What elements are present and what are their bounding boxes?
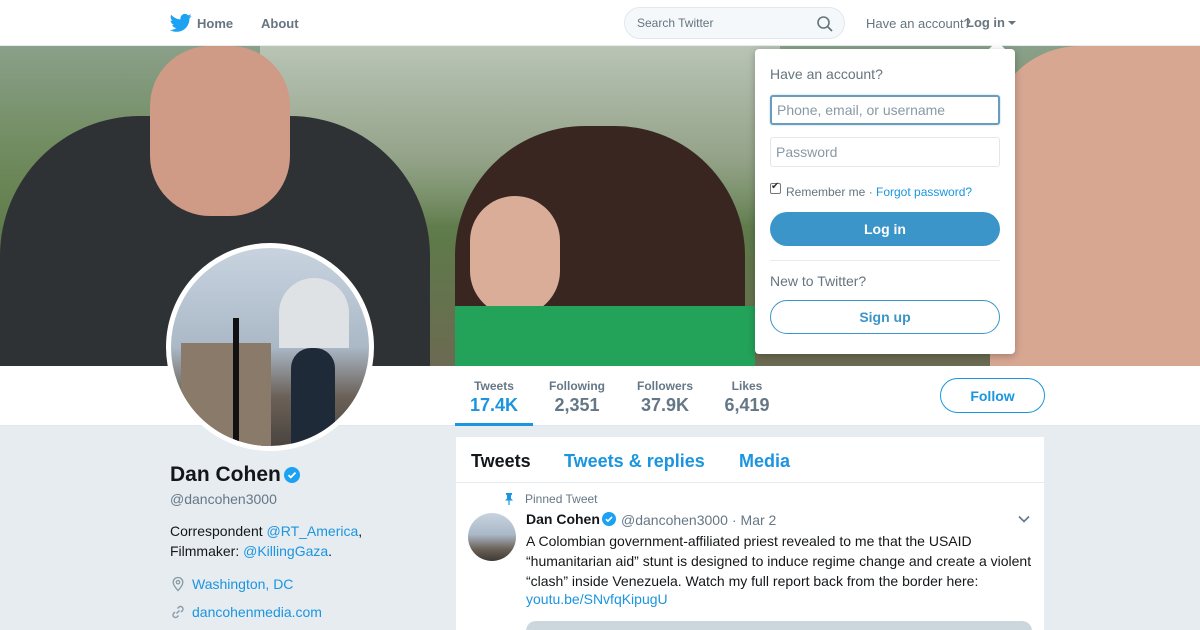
banner-person-right xyxy=(990,46,1200,366)
username-field[interactable] xyxy=(770,95,1000,125)
tweet-avatar[interactable] xyxy=(468,513,516,561)
location-pin-icon xyxy=(172,576,184,592)
profile-avatar[interactable] xyxy=(166,243,374,451)
tweet-date[interactable]: · Mar 2 xyxy=(732,512,776,528)
twitter-bird-icon[interactable] xyxy=(170,13,192,33)
stat-following[interactable]: Following 2,351 xyxy=(545,379,609,416)
login-button[interactable]: Log in xyxy=(770,212,1000,246)
tweet-author-handle[interactable]: @dancohen3000 xyxy=(621,512,728,528)
bio-line-2: Filmmaker: @KillingGaza. xyxy=(170,543,332,559)
pinned-tweet-label: Pinned Tweet xyxy=(525,492,598,506)
search-box[interactable]: Search Twitter xyxy=(624,7,845,39)
profile-handle[interactable]: @dancohen3000 xyxy=(170,491,277,507)
bio-mention-link[interactable]: @KillingGaza xyxy=(243,543,328,559)
bio-punct: . xyxy=(328,543,333,559)
avatar-building xyxy=(181,343,271,446)
bio-text: Correspondent xyxy=(170,523,267,539)
stat-tweets[interactable]: Tweets 17.4K xyxy=(468,379,520,416)
search-input[interactable]: Search Twitter xyxy=(637,16,713,30)
stat-value: 6,419 xyxy=(724,395,770,415)
remember-me-label[interactable]: Remember me · xyxy=(786,185,873,199)
dropdown-divider xyxy=(770,260,1000,261)
stat-value: 17.4K xyxy=(469,395,519,415)
tweet-media-card[interactable] xyxy=(526,621,1032,630)
top-nav: Home About Search Twitter Have an accoun… xyxy=(0,0,1200,46)
have-account-label: Have an account? xyxy=(866,16,971,31)
timeline: Tweets Tweets & replies Media Pinned Twe… xyxy=(456,437,1044,630)
tab-media[interactable]: Media xyxy=(739,451,790,472)
banner-person-left-head xyxy=(150,46,290,216)
bio-line-1: Correspondent @RT_America, xyxy=(170,523,362,539)
caret-down-icon[interactable] xyxy=(1008,21,1016,25)
avatar-capitol-dome xyxy=(279,278,349,348)
login-menu-link[interactable]: Log in xyxy=(966,15,1005,30)
profile-name[interactable]: Dan Cohen xyxy=(170,463,281,487)
login-dropdown-title: Have an account? xyxy=(770,66,883,82)
stat-label: Tweets xyxy=(474,379,514,393)
stat-value: 2,351 xyxy=(554,395,600,415)
tab-tweets[interactable]: Tweets xyxy=(471,451,531,472)
new-to-twitter-label: New to Twitter? xyxy=(770,273,867,289)
avatar-person xyxy=(291,348,335,446)
tweet-text: A Colombian government-affiliated priest… xyxy=(526,533,1032,589)
tweet-link[interactable]: youtu.be/SNvfqKipugU xyxy=(526,591,668,607)
stat-label: Likes xyxy=(731,379,763,393)
stat-label: Followers xyxy=(636,379,693,393)
tab-tweets-replies[interactable]: Tweets & replies xyxy=(564,451,705,472)
bio-mention-link[interactable]: @RT_America xyxy=(267,523,359,539)
forgot-password-link[interactable]: Forgot password? xyxy=(876,185,972,199)
bio-punct: , xyxy=(358,523,363,539)
stat-likes[interactable]: Likes 6,419 xyxy=(722,379,772,416)
password-field[interactable] xyxy=(770,137,1000,167)
remember-me-checkbox[interactable] xyxy=(770,181,781,194)
tweet-author-name[interactable]: Dan Cohen xyxy=(526,511,600,527)
login-dropdown: Have an account? Remember me · Forgot pa… xyxy=(755,49,1015,354)
bio-text: Filmmaker: xyxy=(170,543,244,559)
verified-badge-icon xyxy=(602,512,616,526)
pin-icon xyxy=(505,493,513,505)
avatar-tripod xyxy=(233,318,239,446)
signup-button[interactable]: Sign up xyxy=(770,300,1000,334)
stat-followers[interactable]: Followers 37.9K xyxy=(632,379,698,416)
follow-button[interactable]: Follow xyxy=(940,378,1045,413)
stat-label: Following xyxy=(549,379,605,393)
stat-value: 37.9K xyxy=(640,395,690,415)
nav-about-link[interactable]: About xyxy=(261,16,299,31)
profile-location[interactable]: Washington, DC xyxy=(192,576,293,592)
link-icon xyxy=(172,605,184,619)
search-icon[interactable] xyxy=(816,15,834,33)
dropdown-arrow xyxy=(989,41,1005,49)
verified-badge-icon xyxy=(284,467,300,483)
timeline-tabs: Tweets Tweets & replies Media xyxy=(456,437,1044,483)
profile-website-link[interactable]: dancohenmedia.com xyxy=(192,604,322,620)
active-stat-underline xyxy=(455,423,533,426)
banner-person-center-face xyxy=(470,196,560,316)
nav-home-link[interactable]: Home xyxy=(197,16,233,31)
chevron-down-icon[interactable] xyxy=(1018,515,1030,523)
banner-person-center-shirt xyxy=(455,306,755,366)
